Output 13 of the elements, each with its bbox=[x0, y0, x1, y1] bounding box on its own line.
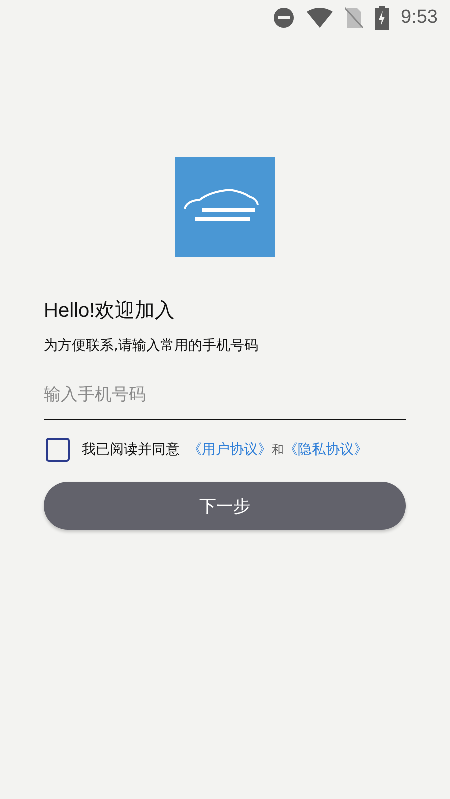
battery-charging-icon bbox=[375, 6, 390, 30]
status-time: 9:53 bbox=[401, 7, 438, 29]
agree-checkbox[interactable] bbox=[46, 438, 70, 462]
privacy-agreement-link[interactable]: 《隐私协议》 bbox=[284, 441, 368, 459]
phone-input-field[interactable]: 输入手机号码 bbox=[44, 371, 406, 420]
joiner-text: 和 bbox=[272, 442, 284, 458]
no-sim-icon bbox=[345, 7, 364, 29]
welcome-title: Hello!欢迎加入 bbox=[44, 299, 176, 324]
user-agreement-link[interactable]: 《用户协议》 bbox=[188, 441, 272, 459]
wifi-icon bbox=[307, 8, 334, 28]
do-not-disturb-icon bbox=[273, 7, 296, 29]
subtitle: 为方便联系,请输入常用的手机号码 bbox=[44, 337, 260, 355]
agreement-text: 我已阅读并同意 bbox=[82, 441, 180, 459]
